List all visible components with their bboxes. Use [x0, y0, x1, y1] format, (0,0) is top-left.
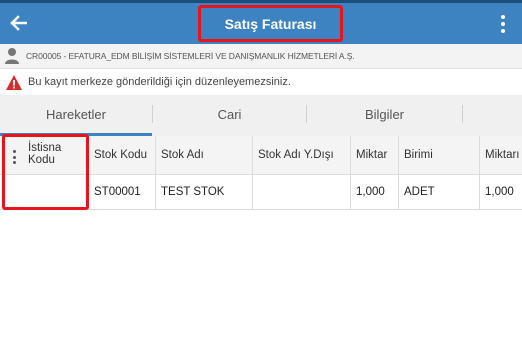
cell-stok-adi[interactable]: TEST STOK [156, 175, 253, 209]
cell-value: 1,000 [485, 186, 514, 198]
cell-value: TEST STOK [161, 186, 225, 198]
arrow-left-icon [10, 15, 27, 31]
column-header-stok-adi[interactable]: Stok Adı [156, 136, 253, 174]
cell-stok-adi-ydisi[interactable] [253, 175, 351, 209]
table-row[interactable]: ST00001 TEST STOK 1,000 ADET 1,000 [0, 175, 522, 210]
column-header-label: Miktarı [485, 149, 520, 161]
title-highlight: Satış Faturası [198, 5, 343, 42]
column-header-stok-adi-ydisi[interactable]: Stok Adı Y.Dışı [253, 136, 351, 174]
more-vertical-icon-dot [501, 22, 505, 26]
column-header-birimi[interactable]: Birimi [399, 136, 480, 174]
tab-label: Cari [217, 106, 242, 122]
column-header-miktar[interactable]: Miktar [351, 136, 399, 174]
column-header-miktari[interactable]: Miktarı [480, 136, 522, 174]
column-header-label: Miktar [356, 149, 388, 161]
column-header-label: Birimi [404, 149, 433, 161]
person-icon [5, 48, 19, 64]
warning-icon [6, 74, 22, 90]
warning-banner: Bu kayıt merkeze gönderildiği için düzen… [0, 69, 522, 95]
column-header-label: Stok Adı [161, 149, 204, 161]
company-info-bar: CR00005 - EFATURA_EDM BİLİŞİM SİSTEMLERİ… [0, 44, 522, 69]
company-name: CR00005 - EFATURA_EDM BİLİŞİM SİSTEMLERİ… [26, 51, 355, 61]
tab-bilgiler[interactable]: Bilgiler [307, 95, 462, 133]
cell-birimi[interactable]: ADET [399, 175, 480, 209]
overflow-menu-button[interactable] [492, 9, 514, 39]
tab-label: Hareketler [46, 106, 106, 122]
cell-value: ST00001 [94, 186, 141, 198]
more-vertical-icon [12, 150, 16, 153]
more-vertical-icon-dot [501, 29, 505, 33]
warning-message: Bu kayıt merkeze gönderildiği için düzen… [28, 76, 291, 88]
column-header-label: Stok Kodu [94, 149, 148, 161]
grid-header-row: İstisna Kodu Stok Kodu Stok Adı Stok Adı… [0, 136, 522, 175]
tab-bar: Hareketler Cari Bilgiler [0, 95, 522, 136]
more-vertical-icon [501, 15, 505, 19]
cell-istisna-kodu[interactable] [0, 175, 89, 209]
column-header-label: İstisna Kodu [28, 142, 62, 166]
tab-hareketler[interactable]: Hareketler [0, 95, 152, 133]
column-options-button[interactable] [11, 150, 17, 164]
more-vertical-icon-dot [12, 161, 16, 164]
column-header-stok-kodu[interactable]: Stok Kodu [89, 136, 156, 174]
cell-miktari[interactable]: 1,000 [480, 175, 522, 209]
app-bar: Satış Faturası [0, 3, 522, 44]
more-vertical-icon-dot [12, 155, 16, 159]
tab-cari[interactable]: Cari [153, 95, 306, 133]
column-header-istisna-kodu[interactable]: İstisna Kodu [0, 136, 89, 174]
tab-divider [462, 105, 463, 123]
back-button[interactable] [4, 7, 32, 39]
cell-stok-kodu[interactable]: ST00001 [89, 175, 156, 209]
cell-miktar[interactable]: 1,000 [351, 175, 399, 209]
tab-label: Bilgiler [364, 106, 404, 122]
page-title: Satış Faturası [224, 15, 317, 32]
column-header-label: Stok Adı Y.Dışı [258, 149, 334, 161]
cell-value: 1,000 [356, 186, 385, 198]
cell-value: ADET [404, 186, 435, 198]
